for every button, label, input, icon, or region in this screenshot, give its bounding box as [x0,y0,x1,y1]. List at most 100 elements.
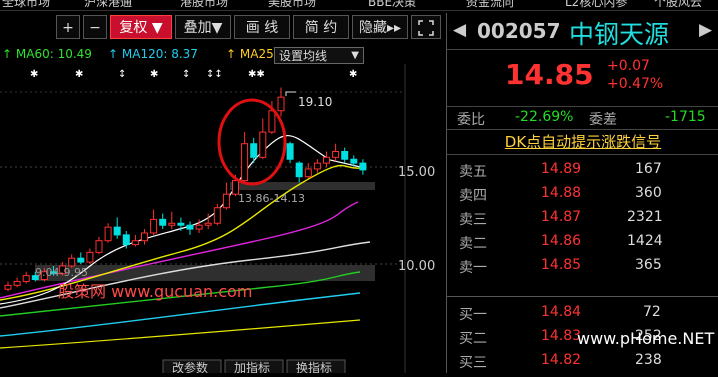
chevron-down-icon: ▼ [351,50,359,61]
quote-panel: ◀ 002057 中钢天源 ▶ 14.85 +0.07 +0.47% 委比 -2… [446,13,718,373]
dk-signal-link[interactable]: DK点自动提示涨跌信号 [447,130,718,155]
nav-l2[interactable]: L2核心内参 [565,0,627,10]
candle-up [213,207,221,224]
candle-down [159,218,167,226]
ask-price: 14.87 [541,209,582,225]
candle-up [168,222,176,226]
high-annot-label: 19.10 [298,95,332,109]
stock-name: 中钢天源 [569,20,670,49]
ask-row-2[interactable]: 卖二 14.86 1424 [447,230,718,254]
candle-up [150,218,158,234]
candle-up [104,226,112,242]
ask-label: 卖五 [459,164,487,180]
bid-row-3[interactable]: 买三 14.82 238 [447,349,718,373]
bid-label: 买一 [459,307,487,323]
highlight-circle [217,98,287,186]
candle-up [141,232,148,242]
weicha-label: 委差 [589,112,617,128]
ask-price: 14.86 [541,233,582,249]
candle-up [277,96,285,112]
stock-code: 002057 [477,19,561,43]
bid-row-1[interactable]: 买一 14.84 72 [447,301,718,325]
overlay-button[interactable]: 叠加▼ [175,15,231,39]
nav-hk-connect[interactable]: 沪深港通 [84,0,132,10]
nav-money-flow[interactable]: 资金流向 [466,0,514,10]
ask-volume: 167 [635,161,662,177]
candle-up [195,224,203,230]
bottom-tabs: 改参数 加指标 换指标 [162,359,346,375]
ask-price: 14.89 [541,161,582,177]
candle-up [204,222,212,226]
nav-bbe[interactable]: BBE决策 [368,0,416,10]
bid-price: 14.82 [541,352,582,368]
ask-price: 14.88 [541,185,582,201]
candle-down [186,224,194,230]
candle-down [177,222,185,226]
ask-volume: 2321 [627,209,663,225]
restore-rights-button[interactable]: 复权 ▼ [110,15,172,39]
candle-down [286,143,294,160]
candle-up [268,110,276,133]
nav-hk-market[interactable]: 港股市场 [180,0,228,10]
candle-down [350,158,358,164]
ask-volume: 365 [635,257,662,273]
signal-markers: ✱ ✱ ↕ ✱ ↕ ↕↕ ✱✱ ✱ [30,69,357,80]
ma-line-slow [0,319,361,349]
zoom-in-button[interactable]: + [56,15,80,39]
ask-label: 卖二 [459,236,487,252]
up-down-marker: ↕ [182,69,190,80]
price-block: 14.85 +0.07 +0.47% [447,50,718,107]
ask-row-3[interactable]: 卖三 14.87 2321 [447,206,718,230]
draw-line-button[interactable]: 画 线 [234,15,290,39]
bid-price: 14.83 [541,328,582,344]
expand-icon-glyph [418,20,434,36]
hide-button[interactable]: 隐藏▸▸ [352,15,408,39]
last-price: 14.85 [505,58,594,91]
ma60-label: ↑ MA60: 10.49 [2,47,92,61]
tab-change-params-label: 改参数 [172,360,208,373]
zoom-out-button[interactable]: − [83,15,107,39]
star-marker: ✱ [150,69,158,80]
star-marker: ✱ [75,69,83,80]
candle-down [113,226,121,236]
candle-up [241,143,249,182]
kline-svg[interactable]: ✱ ✱ ↕ ✱ ↕ ↕↕ ✱✱ ✱ 19.10 13.86-14.13 9.04… [0,64,445,375]
nav-stock-wind[interactable]: 个股风云 [654,0,702,10]
star-marker: ✱ [349,69,357,80]
dk-signal-text: DK点自动提示涨跌信号 [504,133,662,151]
candle-up [259,131,267,158]
next-stock-icon[interactable]: ▶ [699,20,712,40]
top-nav: 全球市场 沪深港通 港股市场 美股市场 BBE决策 资金流向 L2核心内参 个股… [0,0,718,11]
candle-down [250,143,258,158]
y-tick-15: 15.00 [398,165,435,180]
candle-up [22,275,30,282]
candle-down [77,257,85,263]
simple-mode-button[interactable]: 简 约 [293,15,349,39]
tab-change-indicator-label: 换指标 [296,360,332,373]
up-down-marker: ↕↕ [206,69,223,80]
kline-chart[interactable]: ✱ ✱ ↕ ✱ ↕ ↕↕ ✱✱ ✱ 19.10 13.86-14.13 9.04… [0,64,445,375]
stock-header: ◀ 002057 中钢天源 ▶ [447,13,718,50]
nav-us-market[interactable]: 美股市场 [268,0,316,10]
ma-settings-dropdown[interactable]: 设置均线 ▼ [274,47,364,64]
expand-icon[interactable] [411,15,441,39]
candle-up [95,240,103,253]
ask-row-1[interactable]: 卖一 14.85 365 [447,254,718,278]
chart-toolbar: + − 复权 ▼ 叠加▼ 画 线 简 约 隐藏▸▸ [0,13,445,41]
prev-stock-icon[interactable]: ◀ [453,20,466,40]
zone-lower-label: 9.04-9.95 [35,266,88,279]
price-change: +0.07 [607,58,650,74]
ask-row-4[interactable]: 卖四 14.88 360 [447,182,718,206]
ask-price: 14.85 [541,257,582,273]
up-down-marker: ↕ [118,69,126,80]
bid-volume: 72 [643,304,661,320]
weibi-label: 委比 [457,112,485,128]
candle-up [68,257,76,267]
ma120-label: ↑ MA120: 8.37 [108,47,198,61]
candle-up [222,193,230,209]
candle-down [341,150,349,160]
ask-label: 卖一 [459,260,487,276]
ask-row-5[interactable]: 卖五 14.89 167 [447,158,718,182]
ma250-label: ↑ MA25 [226,47,274,61]
nav-global-market[interactable]: 全球市场 [2,0,50,10]
